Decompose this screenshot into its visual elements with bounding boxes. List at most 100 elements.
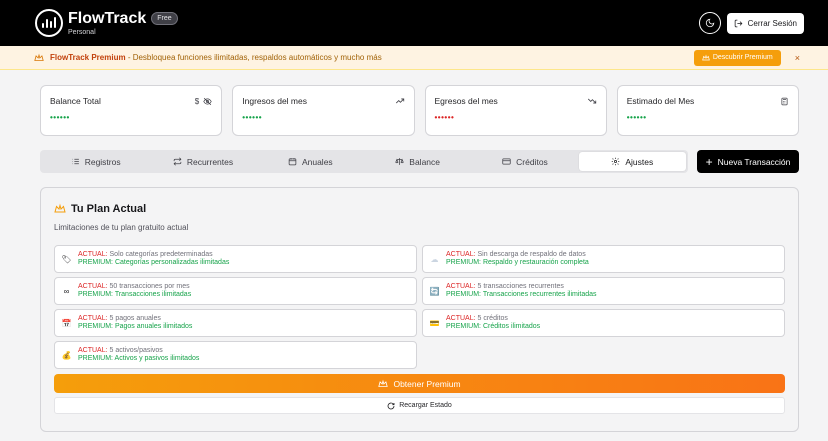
reload-status-button[interactable]: Recargar Estado: [54, 397, 785, 414]
tab-label: Anuales: [301, 156, 333, 167]
stat-label: Balance Total: [50, 96, 101, 106]
current-prefix: ACTUAL:: [78, 346, 108, 354]
limitation-item: 💰 ACTUAL: 5 activos/pasivos PREMIUM: Act…: [54, 341, 417, 369]
current-limit: Solo categorías predeterminadas: [107, 250, 213, 258]
crown-icon: [702, 53, 710, 60]
stat-value: ••••••: [434, 113, 455, 122]
crown-icon: [34, 53, 44, 61]
premium-prefix: PREMIUM:: [446, 259, 481, 266]
stat-value: ••••••: [626, 113, 647, 122]
tab-label: Balance: [409, 156, 440, 167]
tab-balance[interactable]: Balance: [364, 152, 471, 171]
brand-subtitle: Personal: [68, 28, 96, 36]
limitation-item: 📅 ACTUAL: 5 pagos anuales PREMIUM: Pagos…: [54, 309, 417, 337]
stat-value: ••••••: [50, 113, 70, 122]
new-transaction-button[interactable]: + Nueva Transacción: [697, 150, 799, 173]
tab-creditos[interactable]: Créditos: [471, 152, 578, 171]
stat-card-balance: Balance Total $ ••••••: [40, 85, 223, 136]
reload-status-label: Recargar Estado: [399, 402, 452, 409]
tab-label: Recurrentes: [186, 156, 234, 167]
current-prefix: ACTUAL:: [446, 282, 476, 290]
premium-benefit: Categorías personalizadas ilimitadas: [113, 259, 230, 266]
calendar-icon: [288, 158, 297, 166]
limitation-item: 🔄 ACTUAL: 5 transacciones recurrentes PR…: [422, 277, 785, 305]
crown-icon: [54, 203, 66, 213]
current-limit: 5 pagos anuales: [107, 314, 161, 322]
get-premium-button[interactable]: Obtener Premium: [54, 374, 785, 393]
tab-anuales[interactable]: Anuales: [257, 152, 364, 171]
discover-premium-label: Descubrir Premium: [712, 54, 773, 61]
premium-benefit: Transacciones recurrentes ilimitadas: [481, 291, 597, 298]
tab-label: Ajustes: [625, 156, 654, 167]
premium-banner: FlowTrack Premium - Desbloquea funciones…: [0, 46, 828, 70]
calendar-icon: 📅: [61, 318, 72, 328]
eye-off-icon[interactable]: [203, 97, 212, 106]
premium-benefit: Activos y pasivos ilimitados: [113, 355, 200, 362]
premium-benefit: Créditos ilimitados: [481, 323, 541, 330]
trending-up-icon: [395, 98, 404, 104]
stat-card-expenses: Egresos del mes ••••••: [424, 85, 607, 136]
current-limit: 5 transacciones recurrentes: [475, 282, 564, 290]
premium-benefit: Pagos anuales ilimitados: [113, 323, 193, 330]
repeat-icon: [173, 157, 182, 166]
premium-benefit: Transacciones ilimitadas: [113, 291, 192, 298]
theme-toggle-button[interactable]: [698, 12, 721, 34]
premium-prefix: PREMIUM:: [446, 291, 481, 298]
get-premium-label: Obtener Premium: [393, 378, 461, 389]
credit-card-icon: 💳: [429, 318, 440, 328]
logo-icon: [35, 9, 63, 37]
scale-icon: [395, 158, 404, 165]
trending-down-icon: [587, 98, 596, 104]
banner-text: - Desbloquea funciones ilimitadas, respa…: [125, 53, 382, 62]
premium-prefix: PREMIUM:: [78, 259, 113, 266]
discover-premium-button[interactable]: Descubrir Premium: [693, 49, 781, 66]
money-bag-icon: 💰: [61, 350, 72, 360]
tab-recurrentes[interactable]: Recurrentes: [149, 152, 256, 171]
dollar-icon: $: [194, 96, 200, 106]
stat-value: ••••••: [242, 113, 263, 122]
logout-label: Cerrar Sesión: [747, 18, 797, 28]
stat-card-income: Ingresos del mes ••••••: [232, 85, 415, 136]
stat-label: Egresos del mes: [434, 96, 498, 106]
current-prefix: ACTUAL:: [78, 314, 108, 322]
stat-label: Estimado del Mes: [626, 96, 695, 106]
plan-card: Tu Plan Actual Limitaciones de tu plan g…: [40, 187, 799, 432]
logout-button[interactable]: Cerrar Sesión: [726, 12, 804, 34]
premium-prefix: PREMIUM:: [446, 323, 481, 330]
crown-icon: [378, 379, 389, 387]
tab-ajustes[interactable]: Ajustes: [578, 152, 686, 171]
limitations-grid: 🏷 ACTUAL: Solo categorías predeterminada…: [54, 245, 785, 369]
refresh-icon: [387, 402, 395, 409]
calculator-icon: [781, 97, 788, 105]
banner-title: FlowTrack Premium: [50, 53, 126, 62]
current-limit: 5 activos/pasivos: [107, 346, 163, 354]
credit-card-icon: [502, 158, 511, 165]
close-banner-button[interactable]: ×: [795, 53, 800, 63]
brand[interactable]: FlowTrack Free Personal: [35, 9, 178, 37]
gear-icon: [612, 157, 620, 166]
brand-name: FlowTrack: [68, 9, 147, 27]
stat-card-estimate: Estimado del Mes ••••••: [616, 85, 799, 136]
tag-icon: 🏷: [61, 254, 72, 264]
current-limit: Sin descarga de respaldo de datos: [475, 250, 586, 258]
current-prefix: ACTUAL:: [78, 282, 108, 290]
current-prefix: ACTUAL:: [446, 250, 476, 258]
plan-subtitle: Limitaciones de tu plan gratuito actual: [54, 223, 189, 232]
repeat-icon: 🔄: [429, 286, 440, 296]
limitation-item: 💳 ACTUAL: 5 créditos PREMIUM: Créditos i…: [422, 309, 785, 337]
plan-badge: Free: [151, 12, 178, 25]
premium-prefix: PREMIUM:: [78, 291, 113, 298]
stat-label: Ingresos del mes: [242, 96, 307, 106]
tab-registros[interactable]: Registros: [42, 152, 149, 171]
list-icon: [72, 158, 79, 165]
stats-row: Balance Total $ •••••• Ingresos del mes …: [40, 85, 799, 136]
current-prefix: ACTUAL:: [78, 250, 108, 258]
limitation-item: ∞ ACTUAL: 50 transacciones por mes PREMI…: [54, 277, 417, 305]
limitation-item: 🏷 ACTUAL: Solo categorías predeterminada…: [54, 245, 417, 273]
current-prefix: ACTUAL:: [446, 314, 476, 322]
app-header: FlowTrack Free Personal Cerrar Sesión: [0, 0, 828, 46]
premium-prefix: PREMIUM:: [78, 323, 113, 330]
moon-icon: [705, 18, 714, 28]
plan-title: Tu Plan Actual: [71, 203, 147, 215]
infinity-icon: ∞: [63, 286, 70, 296]
